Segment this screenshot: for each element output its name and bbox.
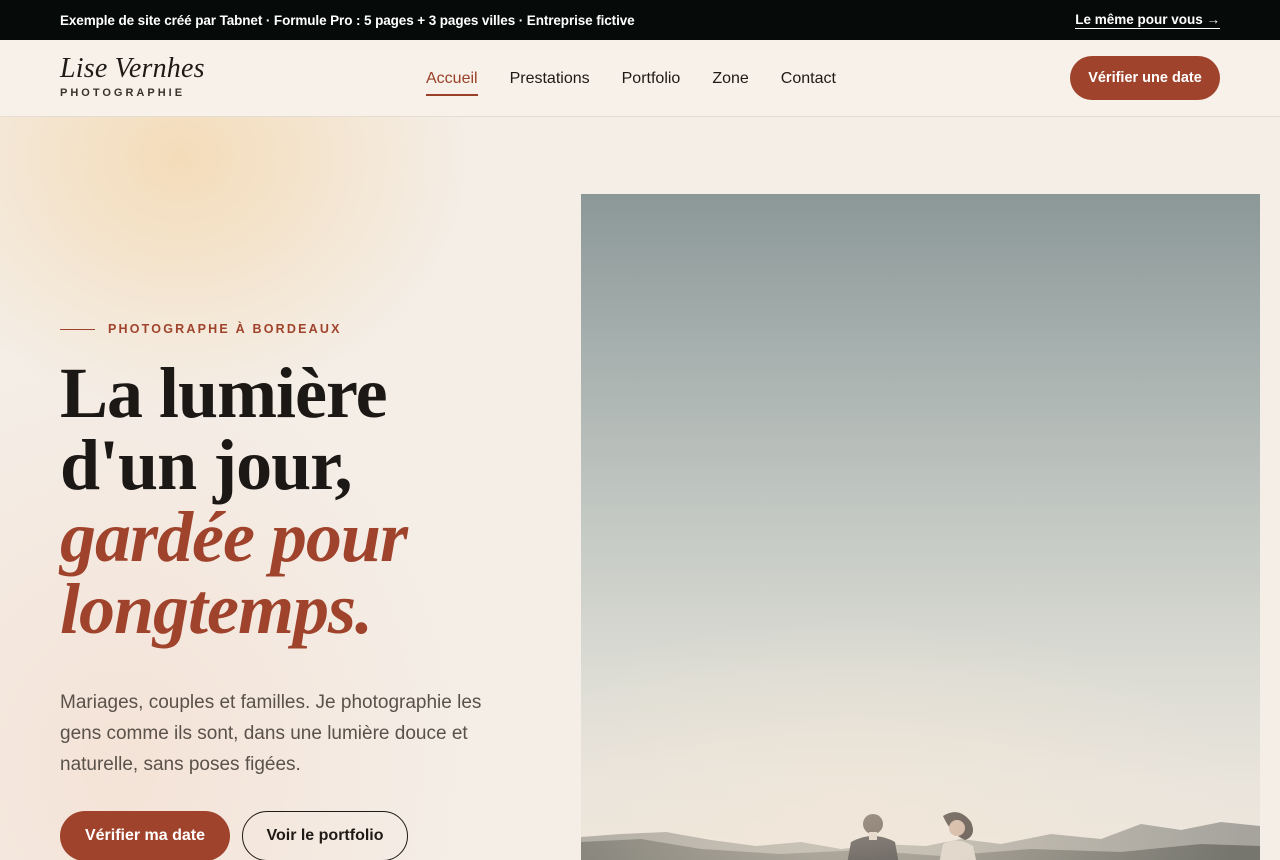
nav-item-accueil[interactable]: Accueil <box>426 62 478 96</box>
view-portfolio-button[interactable]: Voir le portfolio <box>242 811 408 860</box>
hero-lead-text: Mariages, couples et familles. Je photog… <box>60 692 482 775</box>
site-logo[interactable]: Lise Vernhes PHOTOGRAPHIE <box>60 53 205 100</box>
hero-photo <box>581 194 1260 860</box>
headline-line-2: d'un jour, <box>60 425 353 505</box>
hero-eyebrow: PHOTOGRAPHE À BORDEAUX <box>60 322 342 336</box>
logo-subtitle: PHOTOGRAPHIE <box>60 87 186 99</box>
logo-name: Lise Vernhes <box>60 53 205 84</box>
nav-item-contact[interactable]: Contact <box>781 62 836 96</box>
nav-item-zone[interactable]: Zone <box>712 62 748 96</box>
nav-item-portfolio[interactable]: Portfolio <box>622 62 681 96</box>
check-date-button[interactable]: Vérifier une date <box>1070 56 1220 100</box>
top-announcement-bar: Exemple de site créé par Tabnet · Formul… <box>0 0 1280 40</box>
eyebrow-text: PHOTOGRAPHE À BORDEAUX <box>108 322 342 336</box>
bride-figure <box>939 812 977 860</box>
couple-silhouette-illustration <box>581 812 1260 860</box>
hero-headline: La lumière d'un jour, gardée pour longte… <box>60 353 408 649</box>
demo-notice-text: Exemple de site créé par Tabnet · Formul… <box>60 12 635 28</box>
nav-item-prestations[interactable]: Prestations <box>510 62 590 96</box>
check-my-date-button[interactable]: Vérifier ma date <box>60 811 230 860</box>
eyebrow-divider <box>60 328 95 330</box>
headline-line-1: La lumière <box>60 353 388 433</box>
main-nav: Accueil Prestations Portfolio Zone Conta… <box>410 40 852 117</box>
same-for-you-link[interactable]: Le même pour vous → <box>1075 12 1220 29</box>
headline-accent-line-1: gardée pour <box>60 497 408 577</box>
headline-accent-line-2: longtemps. <box>60 569 373 649</box>
site-header: Lise Vernhes PHOTOGRAPHIE Accueil Presta… <box>0 40 1280 117</box>
hero-section: PHOTOGRAPHE À BORDEAUX La lumière d'un j… <box>0 117 1280 860</box>
groom-figure <box>847 814 899 860</box>
